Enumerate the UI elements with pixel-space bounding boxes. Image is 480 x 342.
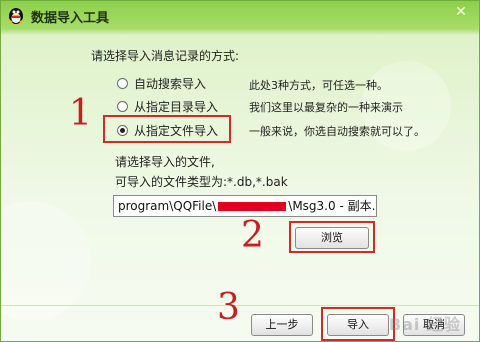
- dialog-content: 请选择导入消息记录的方式: 自动搜索导入 从指定目录导入 从指定文件导入 此处3…: [1, 35, 479, 305]
- step-number-2: 2: [241, 215, 264, 256]
- back-button[interactable]: 上一步: [251, 314, 313, 336]
- file-path-right: \Msg3.0 - 副本.db: [288, 199, 376, 213]
- radio-from-directory[interactable]: 从指定目录导入: [117, 98, 218, 115]
- redaction-mark: [218, 202, 287, 211]
- radio-button[interactable]: [117, 78, 128, 89]
- annotation-note-1: 此处3种方式，可任选一种。: [249, 79, 388, 92]
- file-prompt: 请选择导入的文件,: [115, 155, 215, 169]
- method-prompt: 请选择导入消息记录的方式:: [91, 49, 240, 63]
- radio-button[interactable]: [117, 101, 128, 112]
- highlight-box-file-option: [103, 115, 231, 143]
- footer-divider: [1, 305, 479, 306]
- data-import-window: 数据导入工具 ✕ 请选择导入消息记录的方式: 自动搜索导入 从指定目录导入 从指…: [0, 0, 480, 342]
- close-button[interactable]: ✕: [453, 4, 469, 20]
- title-bar: 数据导入工具 ✕: [1, 1, 479, 31]
- qq-penguin-icon: [9, 8, 23, 24]
- window-title: 数据导入工具: [31, 11, 110, 26]
- file-types-label: 可导入的文件类型为:*.db,*.bak: [115, 175, 288, 189]
- file-path-input[interactable]: program\QQFile\ \Msg3.0 - 副本.db: [113, 195, 377, 217]
- highlight-box-import: [321, 307, 395, 341]
- file-path-left: program\QQFile\: [118, 199, 217, 213]
- cancel-button[interactable]: 取消: [403, 314, 465, 336]
- radio-auto-search[interactable]: 自动搜索导入: [117, 75, 206, 92]
- annotation-note-2: 我们这里以最复杂的一种来演示: [249, 101, 403, 114]
- step-number-3: 3: [217, 287, 240, 328]
- radio-label: 自动搜索导入: [134, 77, 207, 91]
- radio-label: 从指定目录导入: [134, 100, 219, 114]
- highlight-box-browse: [289, 221, 375, 253]
- annotation-note-3: 一般来说，你选自动搜索就可以了。: [249, 125, 425, 138]
- step-number-1: 1: [69, 93, 92, 134]
